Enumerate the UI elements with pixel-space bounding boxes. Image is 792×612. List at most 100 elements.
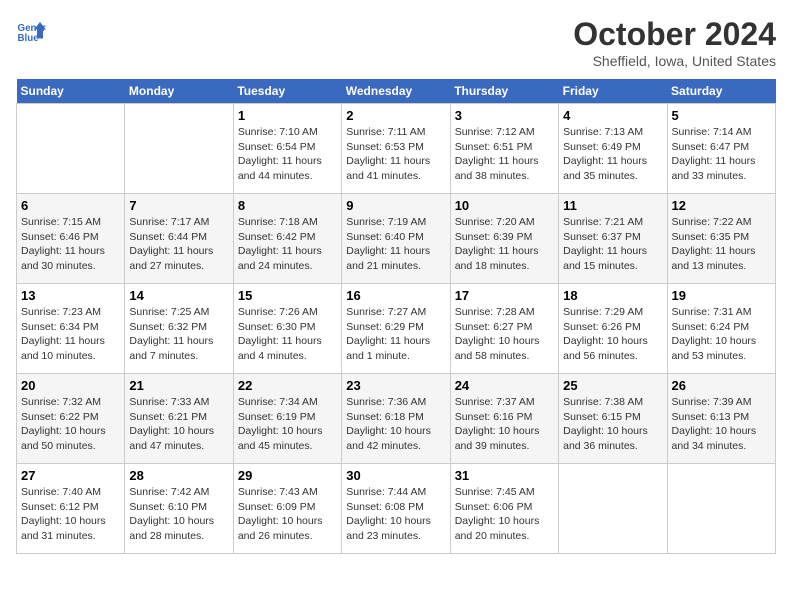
calendar-day-cell: 31Sunrise: 7:45 AM Sunset: 6:06 PM Dayli… [450,464,558,554]
day-number: 27 [21,468,120,483]
day-info: Sunrise: 7:14 AM Sunset: 6:47 PM Dayligh… [672,125,771,184]
calendar-week-row: 1 Sunrise: 7:10 AM Sunset: 6:54 PM Daylig… [17,104,776,194]
day-number: 9 [346,198,445,213]
day-info: Sunrise: 7:19 AM Sunset: 6:40 PM Dayligh… [346,215,445,274]
day-info: Sunrise: 7:39 AM Sunset: 6:13 PM Dayligh… [672,395,771,454]
logo: General Blue [16,16,46,46]
day-info: Sunrise: 7:25 AM Sunset: 6:32 PM Dayligh… [129,305,228,364]
calendar-day-cell: 2Sunrise: 7:11 AM Sunset: 6:53 PM Daylig… [342,104,450,194]
calendar-day-cell: 24 Sunrise: 7:37 AM Sunset: 6:16 PM Dayli… [450,374,558,464]
calendar-day-cell: 29 Sunrise: 7:43 AM Sunset: 6:09 PM Dayli… [233,464,341,554]
calendar-day-cell: 11 Sunrise: 7:21 AM Sunset: 6:37 PM Dayli… [559,194,667,284]
calendar-day-cell: 12 Sunrise: 7:22 AM Sunset: 6:35 PM Dayli… [667,194,775,284]
day-info: Sunrise: 7:22 AM Sunset: 6:35 PM Dayligh… [672,215,771,274]
day-number: 21 [129,378,228,393]
calendar-day-cell [559,464,667,554]
day-info: Sunrise: 7:23 AM Sunset: 6:34 PM Dayligh… [21,305,120,364]
svg-text:Blue: Blue [18,33,40,44]
title-section: October 2024 Sheffield, Iowa, United Sta… [573,16,776,69]
day-info: Sunrise: 7:44 AM Sunset: 6:08 PM Dayligh… [346,485,445,544]
day-number: 20 [21,378,120,393]
calendar-day-cell: 6 Sunrise: 7:15 AM Sunset: 6:46 PM Daylig… [17,194,125,284]
day-number: 25 [563,378,662,393]
day-info: Sunrise: 7:13 AM Sunset: 6:49 PM Dayligh… [563,125,662,184]
day-number: 7 [129,198,228,213]
day-info: Sunrise: 7:40 AM Sunset: 6:12 PM Dayligh… [21,485,120,544]
location: Sheffield, Iowa, United States [573,53,776,69]
day-number: 1 [238,108,337,123]
day-number: 11 [563,198,662,213]
day-number: 3 [455,108,554,123]
day-number: 24 [455,378,554,393]
day-info: Sunrise: 7:32 AM Sunset: 6:22 PM Dayligh… [21,395,120,454]
calendar-day-cell: 16 Sunrise: 7:27 AM Sunset: 6:29 PM Dayli… [342,284,450,374]
calendar-day-cell: 22Sunrise: 7:34 AM Sunset: 6:19 PM Dayli… [233,374,341,464]
calendar-day-cell: 4 Sunrise: 7:13 AM Sunset: 6:49 PM Daylig… [559,104,667,194]
day-info: Sunrise: 7:11 AM Sunset: 6:53 PM Dayligh… [346,125,445,184]
day-number: 22 [238,378,337,393]
calendar-day-cell: 1 Sunrise: 7:10 AM Sunset: 6:54 PM Daylig… [233,104,341,194]
day-info: Sunrise: 7:42 AM Sunset: 6:10 PM Dayligh… [129,485,228,544]
day-info: Sunrise: 7:27 AM Sunset: 6:29 PM Dayligh… [346,305,445,364]
day-number: 31 [455,468,554,483]
day-number: 26 [672,378,771,393]
calendar-day-cell: 14 Sunrise: 7:25 AM Sunset: 6:32 PM Dayli… [125,284,233,374]
calendar-day-cell: 8 Sunrise: 7:18 AM Sunset: 6:42 PM Daylig… [233,194,341,284]
weekday-header-row: SundayMondayTuesdayWednesdayThursdayFrid… [17,79,776,104]
day-info: Sunrise: 7:26 AM Sunset: 6:30 PM Dayligh… [238,305,337,364]
day-info: Sunrise: 7:12 AM Sunset: 6:51 PM Dayligh… [455,125,554,184]
day-info: Sunrise: 7:20 AM Sunset: 6:39 PM Dayligh… [455,215,554,274]
day-info: Sunrise: 7:29 AM Sunset: 6:26 PM Dayligh… [563,305,662,364]
logo-icon: General Blue [16,16,46,46]
day-info: Sunrise: 7:43 AM Sunset: 6:09 PM Dayligh… [238,485,337,544]
day-info: Sunrise: 7:28 AM Sunset: 6:27 PM Dayligh… [455,305,554,364]
calendar-day-cell: 20 Sunrise: 7:32 AM Sunset: 6:22 PM Dayli… [17,374,125,464]
day-number: 8 [238,198,337,213]
calendar-day-cell: 30Sunrise: 7:44 AM Sunset: 6:08 PM Dayli… [342,464,450,554]
day-info: Sunrise: 7:31 AM Sunset: 6:24 PM Dayligh… [672,305,771,364]
day-number: 12 [672,198,771,213]
calendar-day-cell: 28Sunrise: 7:42 AM Sunset: 6:10 PM Dayli… [125,464,233,554]
day-info: Sunrise: 7:21 AM Sunset: 6:37 PM Dayligh… [563,215,662,274]
calendar-week-row: 27 Sunrise: 7:40 AM Sunset: 6:12 PM Dayli… [17,464,776,554]
day-info: Sunrise: 7:38 AM Sunset: 6:15 PM Dayligh… [563,395,662,454]
calendar-day-cell: 10 Sunrise: 7:20 AM Sunset: 6:39 PM Dayli… [450,194,558,284]
calendar-day-cell [125,104,233,194]
calendar-day-cell: 15 Sunrise: 7:26 AM Sunset: 6:30 PM Dayli… [233,284,341,374]
day-info: Sunrise: 7:17 AM Sunset: 6:44 PM Dayligh… [129,215,228,274]
calendar-day-cell: 13 Sunrise: 7:23 AM Sunset: 6:34 PM Dayli… [17,284,125,374]
calendar-day-cell: 7 Sunrise: 7:17 AM Sunset: 6:44 PM Daylig… [125,194,233,284]
calendar-day-cell: 9 Sunrise: 7:19 AM Sunset: 6:40 PM Daylig… [342,194,450,284]
day-number: 17 [455,288,554,303]
day-number: 23 [346,378,445,393]
day-number: 19 [672,288,771,303]
day-number: 15 [238,288,337,303]
day-number: 6 [21,198,120,213]
day-info: Sunrise: 7:15 AM Sunset: 6:46 PM Dayligh… [21,215,120,274]
weekday-header: Thursday [450,79,558,104]
day-number: 13 [21,288,120,303]
calendar-day-cell: 25 Sunrise: 7:38 AM Sunset: 6:15 PM Dayli… [559,374,667,464]
calendar-day-cell: 3 Sunrise: 7:12 AM Sunset: 6:51 PM Daylig… [450,104,558,194]
day-number: 4 [563,108,662,123]
calendar-day-cell: 17 Sunrise: 7:28 AM Sunset: 6:27 PM Dayli… [450,284,558,374]
day-number: 10 [455,198,554,213]
day-number: 29 [238,468,337,483]
page-header: General Blue October 2024 Sheffield, Iow… [16,16,776,69]
calendar-day-cell [667,464,775,554]
weekday-header: Tuesday [233,79,341,104]
day-number: 14 [129,288,228,303]
calendar-week-row: 20 Sunrise: 7:32 AM Sunset: 6:22 PM Dayli… [17,374,776,464]
day-info: Sunrise: 7:10 AM Sunset: 6:54 PM Dayligh… [238,125,337,184]
weekday-header: Saturday [667,79,775,104]
day-info: Sunrise: 7:18 AM Sunset: 6:42 PM Dayligh… [238,215,337,274]
calendar-day-cell [17,104,125,194]
calendar-table: SundayMondayTuesdayWednesdayThursdayFrid… [16,79,776,554]
day-info: Sunrise: 7:33 AM Sunset: 6:21 PM Dayligh… [129,395,228,454]
weekday-header: Monday [125,79,233,104]
day-info: Sunrise: 7:36 AM Sunset: 6:18 PM Dayligh… [346,395,445,454]
day-number: 16 [346,288,445,303]
calendar-week-row: 6 Sunrise: 7:15 AM Sunset: 6:46 PM Daylig… [17,194,776,284]
day-info: Sunrise: 7:37 AM Sunset: 6:16 PM Dayligh… [455,395,554,454]
calendar-day-cell: 27 Sunrise: 7:40 AM Sunset: 6:12 PM Dayli… [17,464,125,554]
